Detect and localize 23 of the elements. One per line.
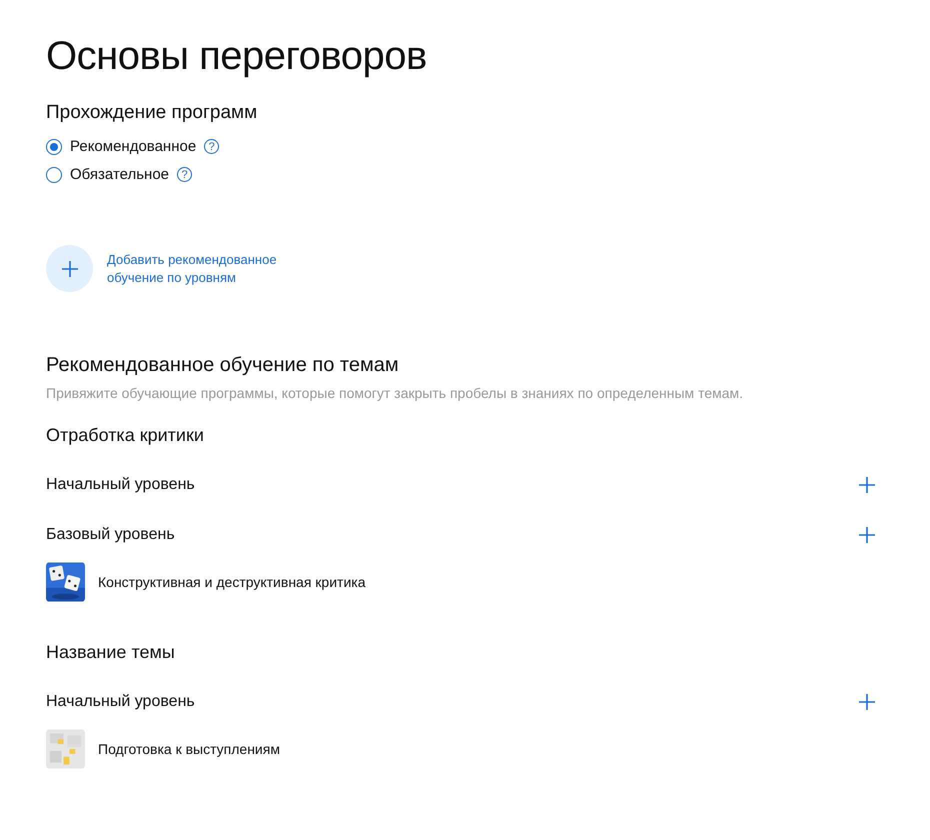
level-title: Начальный уровень bbox=[46, 693, 195, 711]
level-title: Базовый уровень bbox=[46, 526, 175, 544]
radio-button[interactable] bbox=[46, 138, 62, 154]
add-link[interactable]: Добавить рекомендованное обучение по уровням bbox=[107, 250, 307, 286]
topic-title: Название темы bbox=[46, 642, 176, 663]
program-title[interactable]: Подготовка к выступлениям bbox=[98, 741, 280, 757]
plus-icon[interactable] bbox=[858, 476, 876, 494]
radio-label[interactable]: Обязательное bbox=[70, 166, 170, 183]
add-button[interactable] bbox=[46, 245, 93, 292]
section-description: Привяжите обучающие программы, которые помогут закрыть пробелы в знаниях по определенным темам. bbox=[46, 385, 744, 401]
radio-button[interactable] bbox=[46, 166, 62, 182]
help-icon[interactable]: ? bbox=[177, 167, 192, 182]
program-title[interactable]: Конструктивная и деструктивная критика bbox=[98, 574, 366, 590]
plus-icon bbox=[60, 260, 78, 278]
level-title: Начальный уровень bbox=[46, 476, 195, 494]
section-heading: Рекомендованное обучение по темам bbox=[46, 354, 400, 377]
topic-title: Отработка критики bbox=[46, 425, 205, 446]
section-heading: Прохождение программ bbox=[46, 102, 258, 124]
page-title: Основы переговоров bbox=[46, 33, 428, 80]
plus-icon[interactable] bbox=[858, 526, 876, 544]
radio-label[interactable]: Рекомендованное bbox=[70, 138, 196, 155]
plus-icon[interactable] bbox=[858, 693, 876, 711]
help-icon[interactable]: ? bbox=[204, 139, 220, 154]
